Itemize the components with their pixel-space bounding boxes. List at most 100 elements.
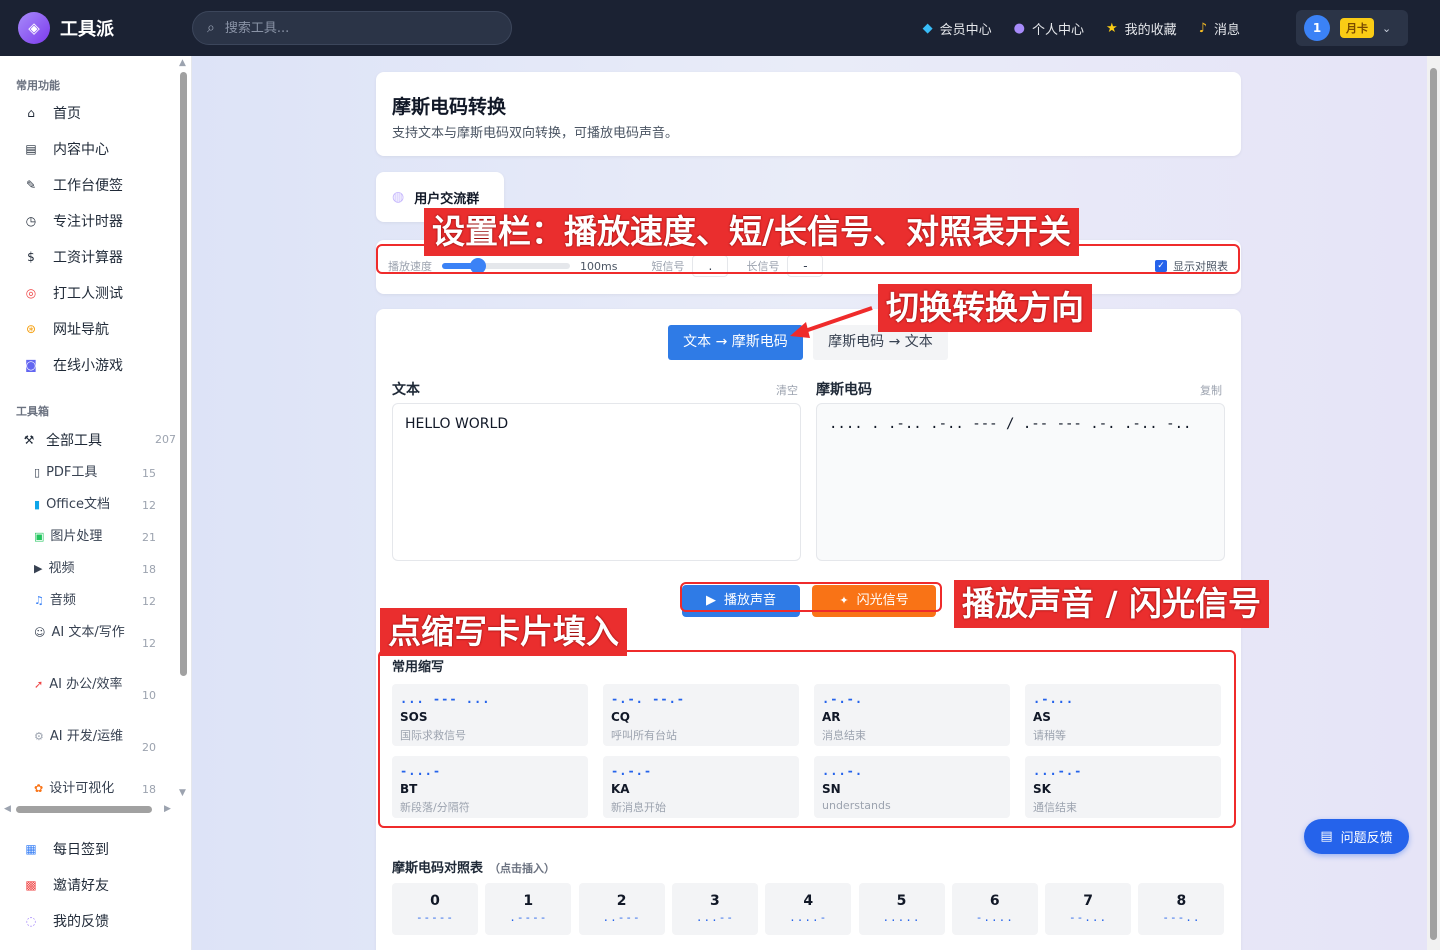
sidebar-item-home[interactable]: ⌂ 首页: [24, 103, 81, 123]
memo-icon: ✎: [25, 178, 37, 192]
sidebar-item-invite[interactable]: ▩ 邀请好友: [24, 875, 109, 895]
clapper-icon: ▶: [34, 562, 43, 575]
sidebar-item-label: AI 文本/写作: [51, 625, 125, 640]
morse-table-cell[interactable]: 7 --...: [1045, 883, 1132, 935]
count-badge: 20: [142, 741, 156, 754]
morse-table-title: 摩斯电码对照表 （点击插入）: [392, 857, 555, 876]
logo[interactable]: ◈ 工具派: [18, 12, 192, 44]
sidebar-item-ai-dev[interactable]: ⚙ AI 开发/运维: [34, 727, 142, 747]
count-badge: 207: [155, 433, 176, 446]
sidebar-scroll-area: 常用功能 ⌂ 首页 ▤ 内容中心 ✎ 工作台便签 ◷ 专注计时器 $ 工资计算器 ◎ 打工人…: [0, 56, 178, 796]
user-menu[interactable]: 1 月卡 ⌄: [1296, 10, 1408, 46]
clear-link[interactable]: 清空: [776, 382, 798, 398]
feedback-button[interactable]: ▤ 问题反馈: [1304, 819, 1409, 854]
music-note-icon: ♫: [34, 594, 44, 607]
page-scrollbar[interactable]: [1427, 56, 1440, 950]
nav-label: 消息: [1213, 22, 1240, 38]
home-icon: ⌂: [27, 106, 35, 120]
sidebar-horizontal-scrollbar[interactable]: ◀ ▶: [4, 804, 176, 816]
sidebar-item-label: AI 办公/效率: [49, 677, 123, 692]
chevron-down-icon: ⌄: [1382, 21, 1392, 35]
count-badge: 12: [142, 595, 156, 608]
nav-member-center[interactable]: ◆ 会员中心: [923, 19, 992, 38]
sidebar-item-ai-writing[interactable]: ☺ AI 文本/写作: [34, 623, 142, 643]
nav-messages[interactable]: ♪ 消息: [1199, 19, 1240, 38]
palette-icon: ✿: [34, 782, 44, 795]
nav-label: 个人中心: [1032, 22, 1085, 38]
table-hint: （点击插入）: [489, 862, 556, 875]
morse-table-cell[interactable]: 2 ..---: [578, 883, 665, 935]
top-nav: ◆ 会员中心 ● 个人中心 ★ 我的收藏 ♪ 消息: [901, 0, 1240, 56]
table-char: 5: [896, 893, 907, 909]
section-title-common: 常用功能: [16, 79, 60, 92]
logo-text: 工具派: [60, 19, 114, 40]
copy-link[interactable]: 复制: [1200, 382, 1222, 398]
scroll-right-icon[interactable]: ▶: [164, 804, 171, 814]
search-input[interactable]: [224, 20, 485, 36]
morse-table-cell[interactable]: 6 -....: [951, 883, 1038, 935]
sidebar-item-label: 内容中心: [53, 142, 109, 158]
speech-bubble-icon: ◍: [392, 189, 405, 205]
morse-table-cell[interactable]: 4 ....-: [765, 883, 852, 935]
compass-icon: ⊛: [25, 322, 37, 336]
section-title-toolbox: 工具箱: [16, 405, 49, 418]
document-icon: ▯: [34, 466, 41, 479]
annotation-label-abbr: 点缩写卡片填入: [380, 608, 627, 656]
sidebar-item-feedback[interactable]: ◌ 我的反馈: [24, 911, 109, 931]
sidebar-item-ai-office[interactable]: ➚ AI 办公/效率: [34, 675, 142, 695]
sidebar-item-label: 我的反馈: [53, 914, 109, 930]
user-icon: ●: [1013, 20, 1025, 36]
diamond-icon: ◆: [922, 20, 933, 36]
community-label: 用户交流群: [414, 191, 480, 207]
sidebar-item-label: 图片处理: [50, 529, 103, 544]
sidebar-item-notes[interactable]: ✎ 工作台便签: [24, 175, 123, 195]
scroll-down-icon[interactable]: ▼: [179, 788, 186, 798]
annotation-box-playback: [680, 582, 942, 612]
morse-table-cell[interactable]: 5.....: [858, 883, 945, 935]
scroll-up-icon[interactable]: ▲: [179, 58, 186, 68]
speech-bubble-icon: ◌: [25, 914, 37, 928]
nav-personal-center[interactable]: ● 个人中心: [1014, 19, 1084, 38]
scrollbar-thumb[interactable]: [16, 806, 152, 813]
sidebar-item-label: 工作台便签: [53, 178, 123, 194]
sidebar-item-salary[interactable]: $ 工资计算器: [24, 247, 123, 267]
morse-table-cell[interactable]: 1 .----: [485, 883, 572, 935]
sidebar-item-timer[interactable]: ◷ 专注计时器: [24, 211, 123, 231]
sidebar-item-label: AI 开发/运维: [49, 729, 124, 744]
morse-table-cell[interactable]: 3 ...--: [671, 883, 758, 935]
nav-label: 我的收藏: [1124, 22, 1177, 38]
table-code: .....: [882, 911, 921, 924]
sidebar-vertical-scrollbar[interactable]: ▲ ▼: [178, 58, 190, 798]
count-badge: 12: [142, 637, 156, 650]
table-char: 4: [803, 893, 814, 909]
nav-favorites[interactable]: ★ 我的收藏: [1106, 19, 1177, 38]
annotation-label-playback: 播放声音 / 闪光信号: [954, 580, 1270, 628]
text-field-label: 文本: [392, 382, 420, 398]
table-title-text: 摩斯电码对照表: [392, 861, 484, 876]
sidebar-item-games[interactable]: ◙ 在线小游戏: [24, 355, 123, 375]
table-char: 7: [1083, 893, 1093, 909]
morse-table-cell[interactable]: 0 -----: [392, 883, 478, 935]
sidebar-item-content[interactable]: ▤ 内容中心: [24, 139, 109, 159]
robot-icon: ☺: [34, 626, 46, 639]
search-box[interactable]: ⌕: [192, 11, 512, 45]
text-input[interactable]: HELLO WORLD: [392, 403, 801, 561]
sidebar-item-test[interactable]: ◎ 打工人测试: [24, 283, 123, 303]
table-char: 3: [710, 893, 720, 909]
sidebar-item-label: 专注计时器: [53, 214, 123, 230]
target-icon: ◎: [25, 286, 37, 300]
avatar: 1: [1304, 15, 1330, 41]
scrollbar-thumb[interactable]: [180, 72, 187, 676]
table-code: -----: [415, 911, 455, 924]
scroll-left-icon[interactable]: ◀: [4, 804, 11, 814]
sidebar-item-nav[interactable]: ⊛ 网址导航: [24, 319, 109, 339]
newspaper-icon: ▤: [25, 142, 37, 156]
sidebar-item-all-tools[interactable]: ⚒ 全部工具: [22, 430, 102, 450]
morse-table-cell[interactable]: 8 ---..: [1138, 883, 1225, 935]
sidebar-item-checkin[interactable]: ▦ 每日签到: [24, 839, 109, 859]
table-code: ..---: [602, 911, 641, 924]
table-code: --...: [1069, 911, 1108, 924]
sidebar-item-label: 视频: [48, 561, 75, 576]
scrollbar-thumb[interactable]: [1430, 68, 1437, 940]
morse-output[interactable]: .... . .-.. .-.. --- / .-- --- .-. .-.. …: [816, 403, 1225, 561]
